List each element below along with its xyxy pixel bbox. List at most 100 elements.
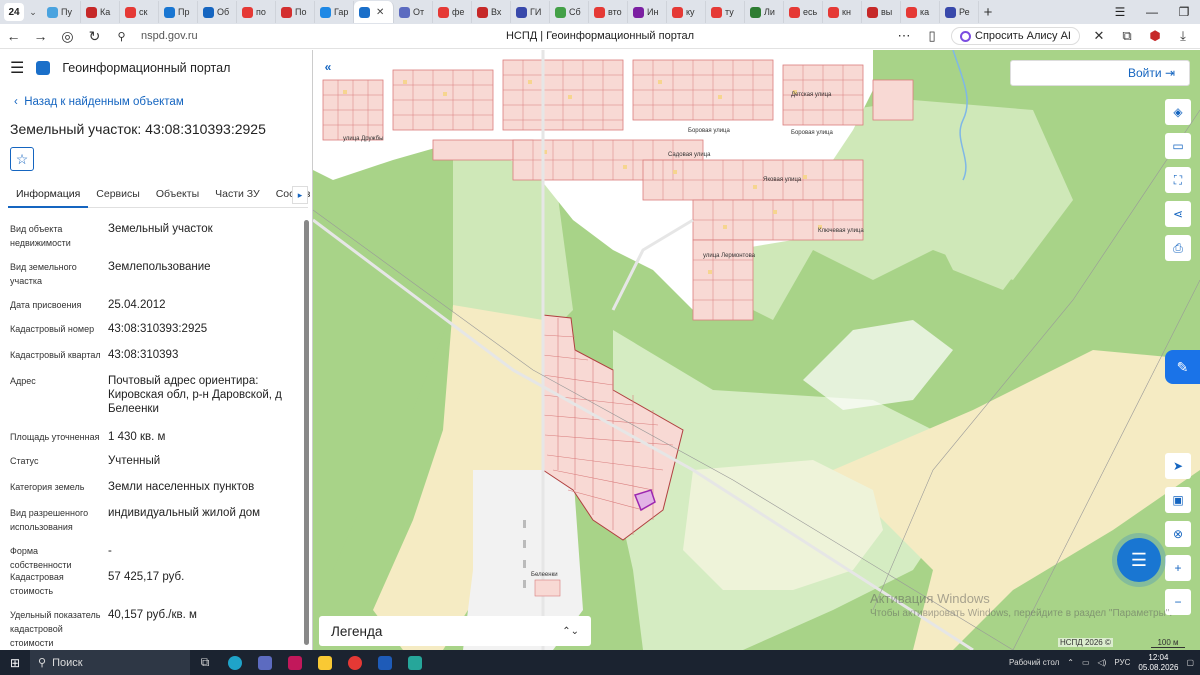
notifications-icon[interactable]: ▢ (1186, 658, 1194, 667)
tab-counter[interactable]: 24 (4, 3, 24, 21)
browser-tab[interactable]: Гар (315, 1, 354, 23)
portal-logo-icon[interactable] (36, 61, 51, 75)
zoom-in-button[interactable]: + (1165, 555, 1191, 581)
help-icon: ✎ (1176, 358, 1189, 375)
minimize-icon[interactable]: — (1136, 5, 1168, 19)
clock[interactable]: 12:04 05.08.2026 (1138, 653, 1178, 673)
portal-name[interactable]: Геоинформационный портал (62, 61, 230, 75)
browser-tab[interactable]: есь (784, 1, 823, 23)
map-canvas[interactable]: Детская улица Боровая улица Боровая улиц… (313, 50, 1200, 650)
back-to-results-link[interactable]: ‹ Назад к найденным объектам (14, 96, 184, 108)
collapse-sidebar-button[interactable]: « (317, 56, 339, 78)
layers-button[interactable]: ◈ (1165, 99, 1191, 125)
browser-tab[interactable]: ка (901, 1, 940, 23)
yandex-browser-icon[interactable] (340, 650, 370, 675)
shield-icon[interactable]: ◎ (54, 28, 81, 45)
browser-tab[interactable]: Пр (159, 1, 198, 23)
calendar-app-icon[interactable] (280, 650, 310, 675)
browser-tab[interactable]: кн (823, 1, 862, 23)
close-tab-icon[interactable]: ✕ (376, 7, 384, 18)
browser-tab[interactable]: вы (862, 1, 901, 23)
chat-icon: ☰ (1130, 549, 1148, 570)
bookmarks-icon[interactable]: ☰ (1104, 5, 1136, 19)
property-key: Статус (10, 456, 39, 466)
url-text[interactable]: nspd.gov.ru (141, 30, 198, 42)
street-label: Садовая улица (668, 152, 711, 158)
browser-tab[interactable]: ку (667, 1, 706, 23)
browser-tab[interactable]: ск (120, 1, 159, 23)
browser-tab[interactable]: ту (706, 1, 745, 23)
property-key: Кадастровый квартал (10, 350, 101, 360)
help-button[interactable]: ✎ (1165, 350, 1200, 384)
browser-tab[interactable]: фе (433, 1, 472, 23)
tab-services[interactable]: Сервисы (88, 186, 148, 208)
app-cube-icon[interactable] (400, 650, 430, 675)
menu-icon[interactable]: ☰ (10, 58, 24, 78)
favorite-star-button[interactable]: ☆ (10, 147, 34, 171)
browser-tab[interactable]: По (276, 1, 315, 23)
taskbar-search[interactable]: ⚲ Поиск (30, 650, 190, 675)
rotate-button[interactable]: ⊗ (1165, 521, 1191, 547)
more-icon[interactable]: ⋯ (895, 28, 913, 44)
property-value: 43:08:310393:2925 (108, 323, 208, 335)
edge-icon[interactable] (220, 650, 250, 675)
share-button[interactable]: ⋖ (1165, 201, 1191, 227)
locate-button[interactable]: ➤ (1165, 453, 1191, 479)
back-arrow-icon[interactable]: ← (0, 28, 27, 44)
chat-button[interactable]: ☰ (1117, 538, 1161, 582)
expand-chevron-icon[interactable]: ⌃⌄ (562, 626, 579, 637)
volume-icon[interactable]: ◁) (1098, 658, 1107, 667)
tab-label: ГИ (530, 7, 542, 17)
login-icon: ⇥ (1164, 66, 1175, 80)
browser-tab[interactable]: Сб (550, 1, 589, 23)
sidebar-scrollbar[interactable] (304, 220, 309, 650)
browser-tab[interactable]: Ин (628, 1, 667, 23)
file-explorer-icon[interactable] (310, 650, 340, 675)
select-area-button[interactable]: ⛶ (1165, 167, 1191, 193)
extensions-icon[interactable]: ⧉ (1118, 28, 1136, 44)
tabs-scroll-right-icon[interactable]: ▸ (292, 186, 308, 204)
print-icon: ⎙ (1173, 240, 1183, 255)
browser-tab[interactable]: Ре (940, 1, 979, 23)
measure-button[interactable]: ▭ (1165, 133, 1191, 159)
maximize-icon[interactable]: ❐ (1168, 5, 1200, 19)
minimap-button[interactable]: ▣ (1165, 487, 1191, 513)
chevron-up-icon[interactable]: ⌃ (1067, 658, 1074, 667)
browser-tab[interactable]: От (394, 1, 433, 23)
profile-icon[interactable]: ⬢ (1146, 28, 1164, 44)
browser-tab[interactable]: ГИ (511, 1, 550, 23)
windows-start-icon[interactable]: ⊞ (0, 656, 30, 670)
browser-tab[interactable]: вто (589, 1, 628, 23)
tab-label: фе (452, 7, 465, 17)
browser-tab[interactable]: по (237, 1, 276, 23)
bookmark-icon[interactable]: ▯ (923, 28, 941, 44)
legend-panel[interactable]: Легенда ⌃⌄ (319, 616, 591, 646)
forward-arrow-icon[interactable]: → (27, 28, 54, 44)
desktop-label[interactable]: Рабочий стол (1009, 658, 1059, 667)
task-view-icon[interactable]: ⧉ (190, 650, 220, 675)
network-icon[interactable]: ▭ (1082, 658, 1090, 667)
tab-information[interactable]: Информация (8, 186, 89, 208)
browser-tab[interactable]: Ка (81, 1, 120, 23)
tab-label: Вх (491, 7, 502, 17)
ask-alice-button[interactable]: Спросить Алису AI (951, 27, 1080, 45)
browser-tab[interactable]: Пу (42, 1, 81, 23)
store-icon[interactable] (250, 650, 280, 675)
tab-parts[interactable]: Части ЗУ (207, 186, 268, 208)
downloads-icon[interactable]: ⤓ (1174, 28, 1192, 44)
tools-icon[interactable]: ✕ (1090, 28, 1108, 44)
browser-tab[interactable]: Об (198, 1, 237, 23)
login-button[interactable]: Войти ⇥ (1128, 66, 1175, 80)
tab-objects[interactable]: Объекты (148, 186, 207, 208)
browser-tab[interactable]: ✕ (354, 1, 394, 23)
word-icon[interactable] (370, 650, 400, 675)
property-key: Вид земельного участка (10, 262, 77, 286)
language-indicator[interactable]: РУС (1114, 658, 1130, 667)
reload-icon[interactable]: ↻ (81, 28, 108, 45)
print-button[interactable]: ⎙ (1165, 235, 1191, 261)
browser-tab[interactable]: Вх (472, 1, 511, 23)
tab-list-chevron-icon[interactable]: ⌄ (24, 7, 42, 18)
new-tab-button[interactable]: + (979, 4, 997, 21)
browser-tab[interactable]: Ли (745, 1, 784, 23)
scrollbar-thumb[interactable] (304, 220, 309, 645)
